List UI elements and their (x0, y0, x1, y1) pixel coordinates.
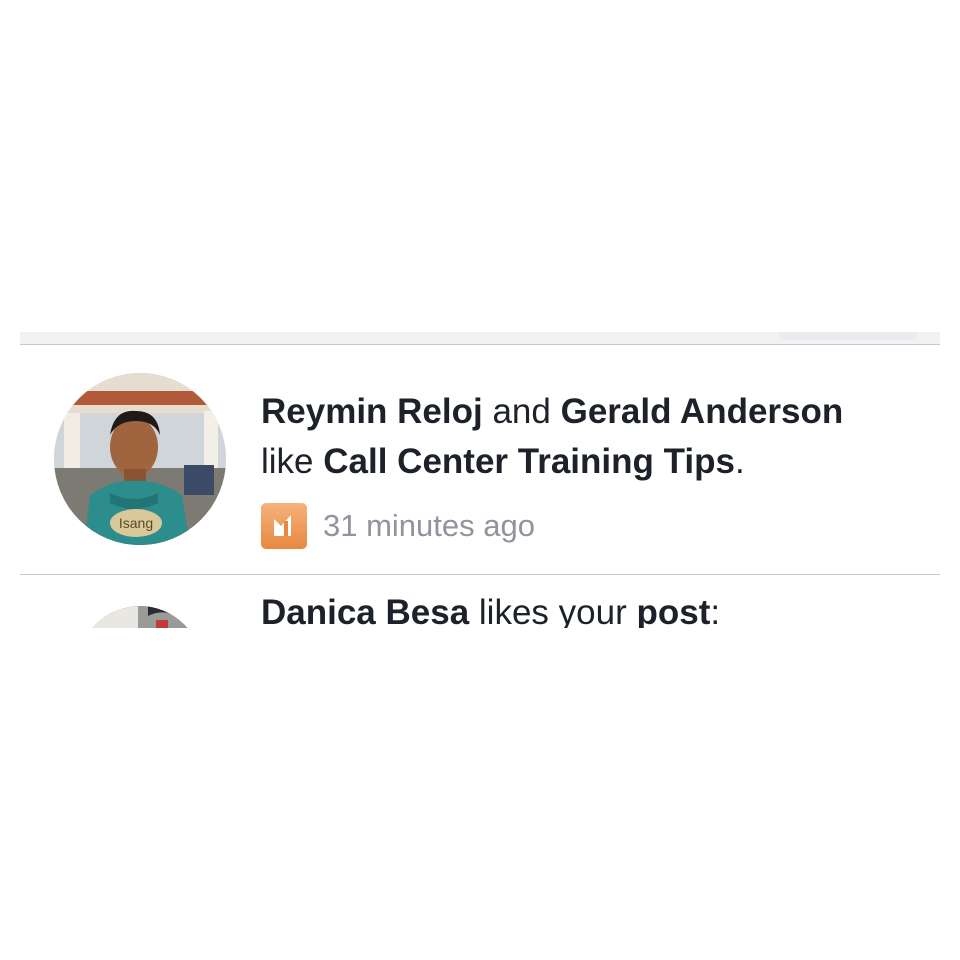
avatar-photo: Isang (54, 373, 226, 545)
end-punctuation: . (734, 442, 745, 481)
previous-item-edge (20, 332, 940, 345)
notification-item[interactable]: Isang Reymin Reloj and Gerald Anderson l… (20, 345, 940, 574)
post-link[interactable]: post (636, 593, 710, 628)
connector-text: and (492, 392, 551, 431)
verb-text: like (261, 442, 314, 481)
avatar-photo (78, 606, 202, 628)
notification-item[interactable]: Danica Besa likes your post: (20, 576, 940, 628)
notification-text[interactable]: Danica Besa likes your post: (261, 588, 720, 628)
notifications-list: Isang Reymin Reloj and Gerald Anderson l… (20, 332, 940, 628)
verb-text: likes your (478, 593, 627, 628)
screenshot-stage: Isang Reymin Reloj and Gerald Anderson l… (0, 0, 960, 960)
divider (20, 574, 940, 575)
actor-name[interactable]: Gerald Anderson (561, 392, 844, 431)
actor-name[interactable]: Danica Besa (261, 593, 469, 628)
like-page-icon (261, 503, 307, 549)
notification-meta: 31 minutes ago (261, 503, 535, 549)
end-punctuation: : (710, 593, 721, 628)
avatar[interactable] (78, 606, 202, 628)
previous-item-pill (778, 332, 918, 340)
avatar[interactable]: Isang (54, 373, 226, 545)
page-name[interactable]: Call Center Training Tips (323, 442, 735, 481)
notification-text[interactable]: Reymin Reloj and Gerald Anderson like Ca… (261, 387, 931, 487)
timestamp: 31 minutes ago (323, 508, 535, 543)
avatar-shirt-text: Isang (119, 515, 153, 531)
actor-name[interactable]: Reymin Reloj (261, 392, 483, 431)
